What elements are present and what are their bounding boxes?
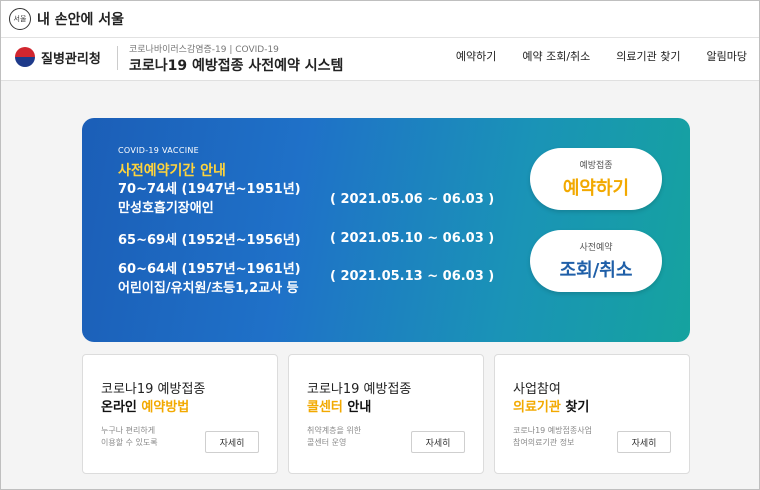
- card-desc-line2: 참여의료기관 정보: [513, 438, 575, 447]
- header-bottom-divider: [1, 80, 759, 81]
- reservation-banner: COVID-19 VACCINE 사전예약기간 안내 70~74세 (1947년…: [82, 118, 690, 342]
- card-desc-line1: 누구나 편리하게: [101, 426, 156, 435]
- group-3-extra: 어린이집/유치원/초등1,2교사 등: [118, 281, 299, 296]
- header-divider: [117, 46, 118, 70]
- site-header: 질병관리청 코로나바이러스감염증-19 | COVID-19 코로나19 예방접…: [1, 38, 759, 80]
- reserve-button-label: 예약하기: [562, 178, 630, 199]
- banner-eyebrow: COVID-19 VACCINE: [118, 146, 200, 155]
- seoul-app-bar: 서울 내 손안에 서울: [1, 1, 759, 37]
- card-title-line2: 의료기관 찾기: [513, 396, 589, 415]
- card-desc-line2: 콜센터 운영: [307, 438, 347, 447]
- nav-find-clinic[interactable]: 의료기관 찾기: [616, 48, 680, 64]
- group-1-extra: 만성호흡기장애인: [118, 201, 214, 216]
- taegeuk-emblem-icon: [15, 47, 35, 67]
- reserve-button-caption: 예방접종: [579, 161, 613, 171]
- card-title-highlight: 예약방법: [141, 400, 190, 415]
- kdca-logo[interactable]: 질병관리청: [15, 47, 101, 67]
- card-title-line1: 코로나19 예방접종: [307, 382, 412, 397]
- card-title-line2: 온라인 예약방법: [101, 396, 189, 415]
- card-description: 코로나19 예방접종사업 참여의료기관 정보: [513, 425, 592, 449]
- group-2-age: 65~69세 (1952년~1956년): [118, 233, 301, 248]
- group-3-label: 60~64세 (1957년~1961년) 어린이집/유치원/초등1,2교사 등: [118, 260, 301, 298]
- card-online-reservation[interactable]: 코로나19 예방접종 온라인 예약방법 누구나 편리하게 이용할 수 있도록 자…: [82, 354, 278, 474]
- lookup-cancel-button[interactable]: 사전예약 조회/취소: [530, 230, 662, 292]
- group-2-date: ( 2021.05.10 ~ 06.03 ): [330, 231, 495, 246]
- card-detail-button[interactable]: 자세히: [617, 431, 671, 453]
- group-1-age: 70~74세 (1947년~1951년): [118, 182, 301, 197]
- card-find-clinic[interactable]: 사업참여 의료기관 찾기 코로나19 예방접종사업 참여의료기관 정보 자세히: [494, 354, 690, 474]
- system-subtitle: 코로나바이러스감염증-19 | COVID-19: [129, 45, 279, 55]
- card-desc-line1: 코로나19 예방접종사업: [513, 426, 592, 435]
- group-3-date: ( 2021.05.13 ~ 06.03 ): [330, 269, 495, 284]
- lookup-button-caption: 사전예약: [579, 243, 613, 253]
- card-desc-line2: 이용할 수 있도록: [101, 438, 158, 447]
- group-2-label: 65~69세 (1952년~1956년): [118, 231, 301, 250]
- card-title-part: 온라인: [101, 400, 142, 415]
- reserve-button[interactable]: 예방접종 예약하기: [530, 148, 662, 210]
- group-1-label: 70~74세 (1947년~1951년) 만성호흡기장애인: [118, 180, 301, 218]
- card-title-part: 안내: [342, 400, 372, 415]
- card-desc-line1: 취약계층을 위한: [307, 426, 362, 435]
- system-title[interactable]: 코로나19 예방접종 사전예약 시스템: [129, 55, 343, 75]
- card-title-line2: 콜센터 안내: [307, 396, 371, 415]
- card-title-line1: 사업참여: [513, 382, 561, 397]
- card-title-line1: 코로나19 예방접종: [101, 382, 206, 397]
- group-1-date: ( 2021.05.06 ~ 06.03 ): [330, 192, 495, 207]
- nav-notice[interactable]: 알림마당: [707, 48, 747, 64]
- seoul-logo-icon[interactable]: 서울: [9, 8, 31, 30]
- seoul-app-title[interactable]: 내 손안에 서울: [37, 9, 124, 29]
- card-call-center[interactable]: 코로나19 예방접종 콜센터 안내 취약계층을 위한 콜센터 운영 자세히: [288, 354, 484, 474]
- nav-reserve[interactable]: 예약하기: [456, 48, 496, 64]
- card-detail-button[interactable]: 자세히: [205, 431, 259, 453]
- lookup-button-label: 조회/취소: [559, 260, 633, 281]
- card-title-part: 찾기: [560, 400, 590, 415]
- group-3-age: 60~64세 (1957년~1961년): [118, 262, 301, 277]
- org-name: 질병관리청: [41, 51, 101, 67]
- main-nav: 예약하기 예약 조회/취소 의료기관 찾기 알림마당: [456, 48, 747, 64]
- banner-heading: 사전예약기간 안내: [118, 163, 226, 179]
- card-title-highlight: 의료기관: [513, 400, 561, 415]
- nav-lookup-cancel[interactable]: 예약 조회/취소: [522, 48, 590, 64]
- card-title-highlight: 콜센터: [307, 400, 343, 415]
- card-description: 누구나 편리하게 이용할 수 있도록: [101, 425, 158, 449]
- seoul-logo-text: 서울: [13, 15, 27, 23]
- card-detail-button[interactable]: 자세히: [411, 431, 465, 453]
- card-description: 취약계층을 위한 콜센터 운영: [307, 425, 361, 449]
